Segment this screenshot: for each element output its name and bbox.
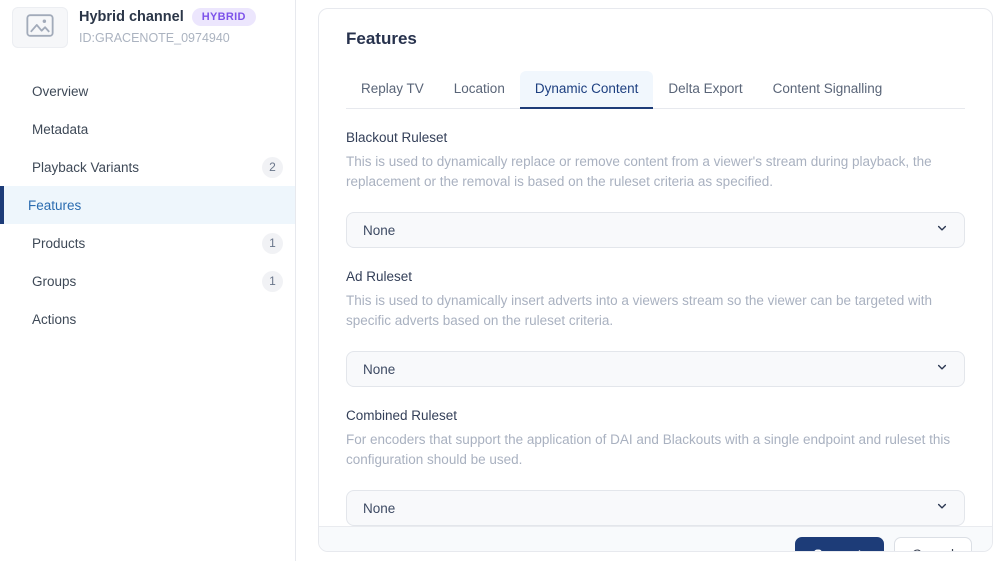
tab-location[interactable]: Location [439, 71, 520, 109]
count-badge: 1 [262, 271, 283, 292]
sidebar-item-overview[interactable]: Overview [0, 72, 295, 110]
selected-value: None [363, 501, 395, 516]
selected-value: None [363, 362, 395, 377]
sidebar-item-actions[interactable]: Actions [0, 300, 295, 338]
sidebar-nav: Overview Metadata Playback Variants 2 Fe… [0, 72, 295, 338]
tab-delta-export[interactable]: Delta Export [653, 71, 757, 109]
section-label: Combined Ruleset [346, 408, 965, 423]
main-area: Features Replay TV Location Dynamic Cont… [296, 0, 1003, 561]
sidebar-item-metadata[interactable]: Metadata [0, 110, 295, 148]
count-badge: 2 [262, 157, 283, 178]
tab-dynamic-content[interactable]: Dynamic Content [520, 71, 654, 109]
chevron-down-icon [936, 221, 948, 239]
sidebar-item-products[interactable]: Products 1 [0, 224, 295, 262]
features-card: Features Replay TV Location Dynamic Cont… [318, 8, 993, 552]
section-label: Ad Ruleset [346, 269, 965, 284]
sidebar-item-label: Metadata [32, 122, 88, 137]
card-footer: Save Cancel [319, 526, 992, 552]
card-body: Features Replay TV Location Dynamic Cont… [319, 9, 992, 526]
section-description: This is used to dynamically insert adver… [346, 291, 965, 331]
channel-id: ID:GRACENOTE_0974940 [79, 31, 256, 45]
sidebar-item-features[interactable]: Features [0, 186, 295, 224]
section-description: This is used to dynamically replace or r… [346, 152, 965, 192]
sidebar-item-label: Groups [32, 274, 76, 289]
channel-thumbnail [12, 7, 68, 48]
section-blackout-ruleset: Blackout Ruleset This is used to dynamic… [346, 130, 965, 248]
tab-replay-tv[interactable]: Replay TV [346, 71, 439, 109]
selected-value: None [363, 223, 395, 238]
section-description: For encoders that support the applicatio… [346, 430, 965, 470]
sidebar-item-label: Playback Variants [32, 160, 139, 175]
tab-content-signalling[interactable]: Content Signalling [758, 71, 898, 109]
section-ad-ruleset: Ad Ruleset This is used to dynamically i… [346, 269, 965, 387]
sidebar-item-label: Products [32, 236, 85, 251]
sidebar-item-playback-variants[interactable]: Playback Variants 2 [0, 148, 295, 186]
sidebar: Hybrid channel HYBRID ID:GRACENOTE_09749… [0, 0, 296, 561]
sidebar-item-label: Overview [32, 84, 88, 99]
channel-title: Hybrid channel [79, 9, 184, 25]
image-placeholder-icon [26, 14, 54, 42]
count-badge: 1 [262, 233, 283, 254]
chevron-right-icon [856, 547, 866, 552]
section-label: Blackout Ruleset [346, 130, 965, 145]
chevron-down-icon [936, 499, 948, 517]
cancel-button-label: Cancel [912, 547, 954, 552]
save-button[interactable]: Save [795, 537, 884, 552]
blackout-ruleset-select[interactable]: None [346, 212, 965, 248]
section-combined-ruleset: Combined Ruleset For encoders that suppo… [346, 408, 965, 526]
cancel-button[interactable]: Cancel [894, 537, 972, 552]
app-window: Hybrid channel HYBRID ID:GRACENOTE_09749… [0, 0, 1003, 561]
tab-bar: Replay TV Location Dynamic Content Delta… [346, 71, 965, 109]
channel-type-badge: HYBRID [192, 8, 256, 26]
channel-meta: Hybrid channel HYBRID ID:GRACENOTE_09749… [79, 7, 256, 45]
ad-ruleset-select[interactable]: None [346, 351, 965, 387]
sidebar-item-label: Actions [32, 312, 76, 327]
channel-header: Hybrid channel HYBRID ID:GRACENOTE_09749… [0, 7, 295, 62]
sidebar-item-label: Features [28, 198, 81, 213]
sidebar-item-groups[interactable]: Groups 1 [0, 262, 295, 300]
page-title: Features [346, 29, 965, 49]
save-button-label: Save [813, 547, 845, 552]
chevron-down-icon [936, 360, 948, 378]
combined-ruleset-select[interactable]: None [346, 490, 965, 526]
